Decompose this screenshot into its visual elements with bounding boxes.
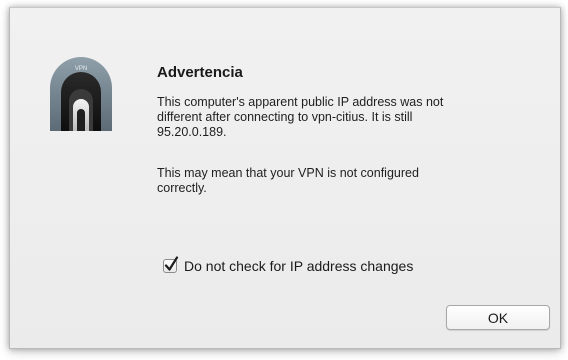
dialog-message-ip: This computer's apparent public IP addre… (157, 95, 444, 139)
ip-check-option[interactable]: Do not check for IP address changes (163, 256, 413, 274)
checkmark-icon (164, 256, 179, 271)
ip-check-label[interactable]: Do not check for IP address changes (184, 258, 413, 274)
vpn-icon-label: VPN (75, 66, 87, 72)
ok-button[interactable]: OK (446, 305, 550, 330)
ip-check-checkbox[interactable] (163, 256, 179, 273)
alert-dialog: VPN Advertencia This computer's apparent… (9, 7, 561, 349)
dialog-message-vpn-config: This may mean that your VPN is not confi… (157, 166, 419, 195)
vpn-tunnel-icon: VPN (48, 55, 114, 131)
dialog-title: Advertencia (157, 64, 243, 81)
